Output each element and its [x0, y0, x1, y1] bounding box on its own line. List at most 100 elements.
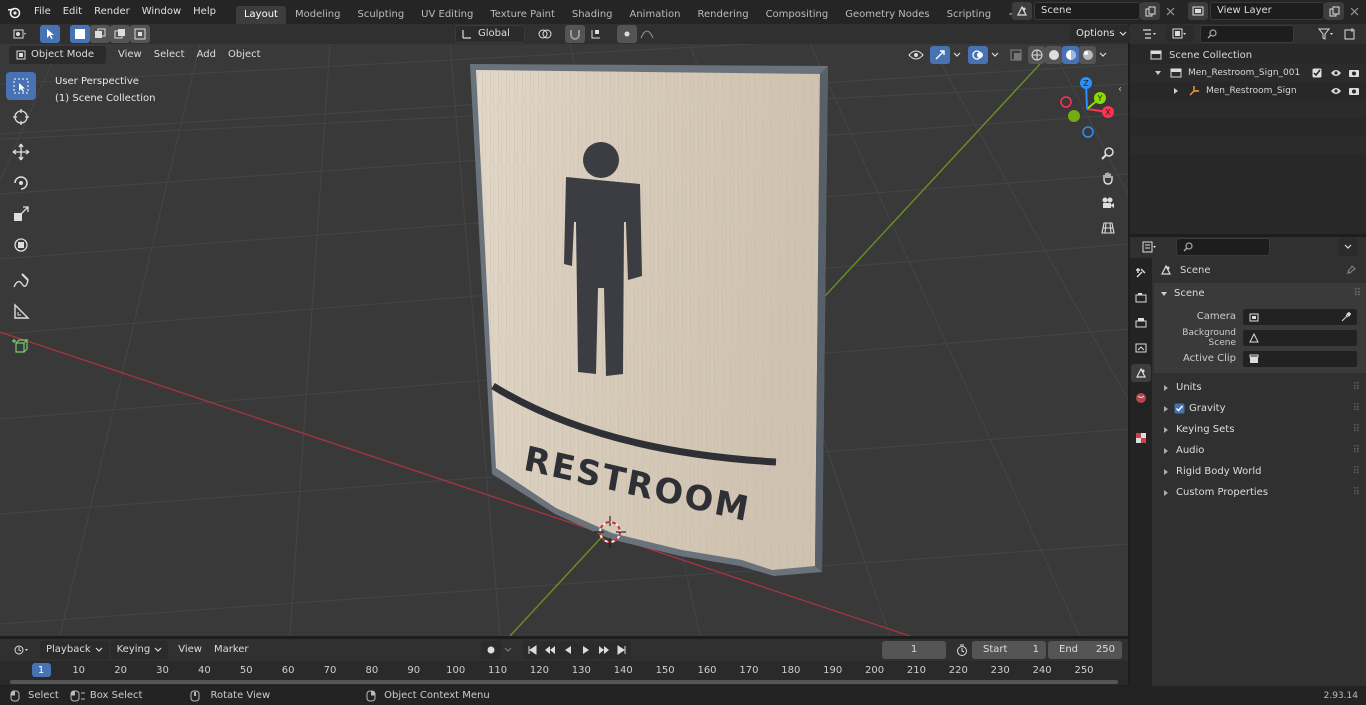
select-new-icon[interactable]: [70, 25, 90, 43]
record-icon[interactable]: [481, 641, 501, 659]
background-scene-field[interactable]: [1242, 328, 1358, 347]
falloff-icon[interactable]: [637, 25, 657, 43]
properties-options-icon[interactable]: [1338, 238, 1358, 256]
view-layer-tab-icon[interactable]: [1131, 339, 1151, 357]
solid-shading-icon[interactable]: [1045, 46, 1062, 64]
rigid-body-world-panel-header[interactable]: Rigid Body World ⠿: [1154, 461, 1366, 482]
pan-hand-icon[interactable]: [1097, 167, 1119, 189]
eye-icon[interactable]: [1330, 68, 1342, 78]
current-frame-field[interactable]: 1: [882, 641, 946, 659]
drag-handle-icon[interactable]: ⠿: [1353, 445, 1360, 456]
output-tab-icon[interactable]: [1131, 314, 1151, 332]
select-box-tool[interactable]: [6, 72, 36, 100]
camera-field[interactable]: [1242, 307, 1358, 326]
select-tool-icon[interactable]: [40, 25, 60, 43]
camera-render-icon[interactable]: [1348, 86, 1360, 96]
timeline-scrollbar[interactable]: [10, 680, 1118, 684]
move-tool[interactable]: [6, 138, 36, 166]
transform-orientation-dropdown[interactable]: Global: [455, 25, 525, 43]
scene-icon[interactable]: [1012, 2, 1032, 20]
tab-compositing[interactable]: Compositing: [758, 6, 837, 24]
options-button[interactable]: Options: [1070, 25, 1133, 43]
menu-file[interactable]: File: [28, 0, 57, 24]
close-scene-icon[interactable]: [1160, 2, 1180, 20]
checkbox-icon[interactable]: [1312, 68, 1322, 78]
drag-handle-icon[interactable]: ⠿: [1354, 288, 1361, 299]
drag-handle-icon[interactable]: ⠿: [1353, 487, 1360, 498]
next-keyframe-icon[interactable]: [595, 641, 613, 659]
transform-tool[interactable]: [6, 231, 36, 259]
active-clip-field[interactable]: [1242, 349, 1358, 368]
world-tab-icon[interactable]: [1131, 389, 1151, 407]
menu-playback[interactable]: Playback: [40, 641, 109, 659]
select-invert-icon[interactable]: [130, 25, 150, 43]
tool-tab-icon[interactable]: [1131, 264, 1151, 282]
menu-window[interactable]: Window: [136, 0, 187, 24]
outliner-row-scene-collection[interactable]: Scene Collection: [1130, 46, 1366, 64]
3d-viewport[interactable]: RESTROOM User Perspective (1) Scene Coll…: [0, 44, 1128, 636]
drag-handle-icon[interactable]: ⠿: [1353, 382, 1360, 393]
jump-end-icon[interactable]: [613, 641, 631, 659]
pivot-point-icon[interactable]: [531, 25, 561, 43]
pin-icon[interactable]: [1346, 265, 1356, 275]
camera-render-icon[interactable]: [1348, 68, 1360, 78]
select-subtract-icon[interactable]: [110, 25, 130, 43]
rotate-tool[interactable]: [6, 169, 36, 197]
cursor-tool[interactable]: [6, 103, 36, 131]
scale-tool[interactable]: [6, 200, 36, 228]
shading-dropdown-icon[interactable]: [1096, 46, 1110, 64]
timeline-editor-type-icon[interactable]: [8, 641, 36, 659]
scene-tab-icon[interactable]: [1131, 364, 1151, 382]
add-cube-tool[interactable]: [6, 332, 36, 360]
texture-tab-icon[interactable]: [1131, 429, 1151, 447]
menu-render[interactable]: Render: [88, 0, 136, 24]
tab-sculpting[interactable]: Sculpting: [349, 6, 412, 24]
drag-handle-icon[interactable]: ⠿: [1353, 466, 1360, 477]
jump-start-icon[interactable]: [523, 641, 541, 659]
view-layer-icon[interactable]: [1188, 2, 1208, 20]
menu-help[interactable]: Help: [187, 0, 222, 24]
editor-type-icon[interactable]: [6, 25, 34, 43]
neg-y-handle[interactable]: [1068, 110, 1080, 122]
material-shading-icon[interactable]: [1062, 46, 1079, 64]
properties-editor-type-icon[interactable]: [1136, 238, 1164, 256]
copy-scene-icon[interactable]: [1140, 2, 1160, 20]
navigation-gizmo[interactable]: X Y Z: [1052, 74, 1122, 144]
tab-layout[interactable]: Layout: [235, 6, 286, 24]
play-icon[interactable]: [577, 641, 595, 659]
measure-tool[interactable]: [6, 298, 36, 326]
menu-marker[interactable]: Marker: [208, 640, 255, 660]
tab-animation[interactable]: Animation: [622, 6, 689, 24]
snap-icon[interactable]: [565, 25, 585, 43]
timeline[interactable]: 1 10 20 30 40 50 60 70 80 90 100 110 120 130 140 150 160…: [0, 661, 1128, 685]
filter-icon[interactable]: [1312, 25, 1340, 43]
close-view-layer-icon[interactable]: [1344, 2, 1364, 20]
overlay-dropdown-icon[interactable]: [988, 46, 1002, 64]
menu-select[interactable]: Select: [148, 45, 191, 65]
start-frame-field[interactable]: Start 1: [972, 641, 1046, 659]
new-collection-icon[interactable]: [1340, 25, 1360, 43]
end-frame-field[interactable]: End 250: [1048, 641, 1122, 659]
audio-panel-header[interactable]: Audio ⠿: [1154, 440, 1366, 461]
properties-search-input[interactable]: [1176, 238, 1270, 256]
preview-range-icon[interactable]: [952, 641, 972, 659]
tab-texture-paint[interactable]: Texture Paint: [482, 6, 563, 24]
gravity-panel-header[interactable]: Gravity ⠿: [1154, 398, 1366, 419]
rendered-shading-icon[interactable]: [1079, 46, 1096, 64]
menu-object[interactable]: Object: [222, 45, 267, 65]
mode-dropdown[interactable]: Object Mode: [9, 46, 106, 64]
outliner-search-input[interactable]: [1200, 25, 1294, 43]
scene-panel-header[interactable]: Scene ⠿: [1154, 283, 1366, 304]
zoom-icon[interactable]: [1097, 142, 1119, 164]
blender-logo-icon[interactable]: [4, 3, 24, 21]
menu-view[interactable]: View: [112, 45, 148, 65]
collapse-triangle-icon[interactable]: [1154, 69, 1162, 77]
gizmo-toggle-icon[interactable]: [930, 46, 950, 64]
scene-name-field[interactable]: Scene: [1034, 2, 1140, 20]
tab-uv-editing[interactable]: UV Editing: [413, 6, 481, 24]
camera-view-icon[interactable]: [1097, 192, 1119, 214]
copy-view-layer-icon[interactable]: [1324, 2, 1344, 20]
select-extend-icon[interactable]: [90, 25, 110, 43]
prev-keyframe-icon[interactable]: [541, 641, 559, 659]
gizmo-dropdown-icon[interactable]: [950, 46, 964, 64]
